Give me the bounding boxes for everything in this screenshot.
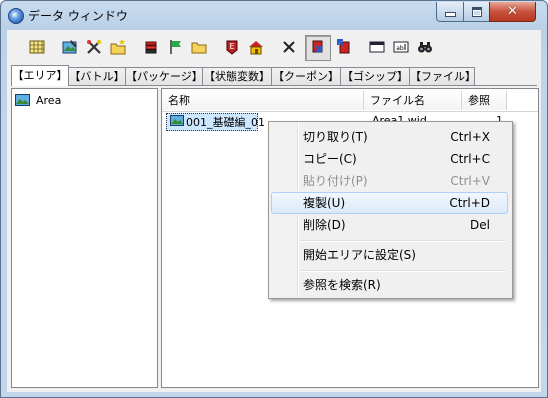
binoculars-icon [418, 42, 432, 53]
column-header-ref[interactable]: 参照 [462, 91, 507, 110]
tree-item-label: Area [36, 93, 62, 107]
column-header-file[interactable]: ファイル名 [364, 91, 462, 110]
tree-item-area[interactable]: Area [15, 92, 64, 108]
tab-state-variables[interactable]: 【状態変数】 [202, 67, 272, 85]
toolbar: E ab [15, 35, 535, 61]
menu-item-label: 削除(D) [303, 218, 346, 232]
text-field-icon: ab [393, 41, 409, 53]
tab-divider [11, 85, 537, 86]
toolbar-button-window[interactable] [365, 35, 389, 59]
menu-item-duplicate[interactable]: 複製(U) Ctrl+D [271, 192, 508, 214]
menu-item-paste[interactable]: 貼り付け(P) Ctrl+V [271, 170, 508, 192]
folder-icon [191, 42, 207, 54]
toolbar-button-export[interactable] [305, 35, 331, 61]
menu-item-set-start-area[interactable]: 開始エリアに設定(S) [271, 244, 508, 266]
event-icon: E [226, 40, 238, 55]
menu-separator [300, 270, 506, 272]
toolbar-button-new-folder[interactable] [106, 35, 130, 59]
close-icon: ✕ [507, 4, 518, 19]
list-header: 名称 ファイル名 参照 [162, 89, 538, 112]
menu-item-find-references[interactable]: 参照を検索(R) [271, 274, 508, 296]
delete-icon [283, 41, 295, 53]
stack-icon [145, 41, 157, 54]
maximize-button[interactable] [463, 2, 490, 22]
toolbar-button-house[interactable] [244, 35, 268, 59]
menu-item-shortcut: Ctrl+D [449, 196, 490, 210]
toolbar-button-flag[interactable] [163, 35, 187, 59]
menu-item-label: コピー(C) [303, 152, 357, 166]
toolbar-button-stack[interactable] [139, 35, 163, 59]
tab-gossip[interactable]: 【ゴシップ】 [340, 67, 410, 85]
area-map-icon [15, 94, 30, 106]
menu-item-shortcut: Ctrl+X [450, 130, 490, 144]
map-edit-icon [62, 40, 77, 54]
toolbar-button-event[interactable]: E [220, 35, 244, 59]
menu-item-label: 複製(U) [303, 196, 346, 210]
tab-battle[interactable]: 【バトル】 [68, 67, 126, 85]
menu-separator [300, 240, 506, 242]
import-icon [337, 39, 350, 54]
title-bar[interactable]: データ ウィンドウ ✕ [1, 1, 547, 31]
flag-icon [170, 40, 181, 54]
toolbar-button-folder[interactable] [187, 35, 211, 59]
menu-item-shortcut: Ctrl+C [450, 152, 490, 166]
menu-item-label: 貼り付け(P) [303, 174, 368, 188]
menu-item-shortcut: Del [470, 218, 490, 232]
area-tree[interactable]: Area [11, 88, 158, 388]
toolbar-button-delete[interactable] [277, 35, 301, 59]
toolbar-button-import[interactable] [332, 35, 356, 59]
minimize-button[interactable] [436, 2, 464, 22]
menu-item-label: 参照を検索(R) [303, 278, 381, 292]
menu-item-shortcut: Ctrl+V [450, 174, 490, 188]
area-map-icon [170, 115, 184, 126]
tab-package[interactable]: 【パッケージ】 [125, 67, 203, 85]
menu-item-cut[interactable]: 切り取り(T) Ctrl+X [271, 126, 508, 148]
tab-area[interactable]: 【エリア】 [11, 65, 69, 86]
toolbar-button-map-edit[interactable] [58, 35, 82, 59]
cell-name: 001_基礎編_01 [186, 116, 265, 129]
minimize-icon [444, 12, 456, 17]
toolbar-button-tools[interactable] [82, 35, 106, 59]
menu-item-copy[interactable]: コピー(C) Ctrl+C [271, 148, 508, 170]
toolbar-button-grid[interactable] [25, 35, 49, 59]
close-button[interactable]: ✕ [489, 2, 536, 22]
toolbar-button-text-field[interactable]: ab [389, 35, 413, 59]
grid-icon [29, 40, 45, 54]
new-folder-icon [110, 39, 126, 55]
maximize-icon [471, 6, 482, 17]
tools-icon [87, 40, 101, 54]
menu-item-label: 切り取り(T) [303, 130, 368, 144]
column-header-name[interactable]: 名称 [162, 91, 364, 110]
window-title: データ ウィンドウ [28, 9, 128, 23]
svg-text:E: E [229, 42, 234, 51]
svg-text:ab: ab [396, 45, 404, 52]
tab-coupon[interactable]: 【クーポン】 [271, 67, 341, 85]
menu-item-label: 開始エリアに設定(S) [303, 248, 416, 262]
tab-file[interactable]: 【ファイル】 [409, 67, 476, 85]
house-icon [249, 41, 263, 55]
context-menu: 切り取り(T) Ctrl+X コピー(C) Ctrl+C 貼り付け(P) Ctr… [268, 121, 513, 299]
menu-item-delete[interactable]: 削除(D) Del [271, 214, 508, 236]
window-icon [369, 41, 385, 53]
toolbar-button-binoculars[interactable] [413, 35, 437, 59]
app-icon [8, 8, 24, 24]
export-icon [312, 40, 323, 53]
